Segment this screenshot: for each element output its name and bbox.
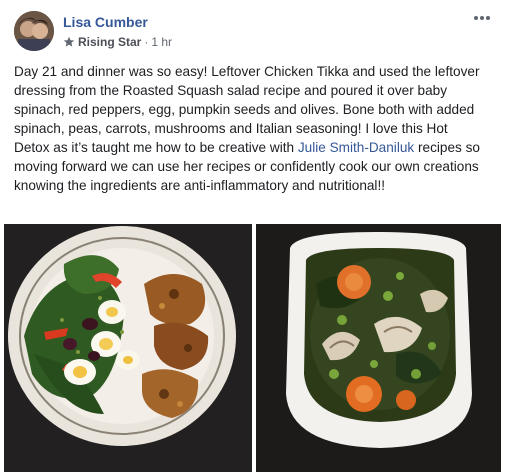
meta-separator: · [144,35,149,49]
post-body: Day 21 and dinner was so easy! Leftover … [14,62,484,195]
post-timestamp[interactable]: 1 hr [151,35,172,49]
feed-post: Lisa Cumber Rising Star · 1 hr Day 21 an… [0,0,505,472]
more-options-icon[interactable] [471,10,493,26]
photo-salad-plate[interactable] [4,224,252,472]
avatar[interactable] [14,11,54,51]
photo-soup-bowl[interactable] [256,224,501,472]
status-badge: Rising Star [78,35,142,49]
post-meta: Rising Star · 1 hr [63,35,172,49]
mention-link[interactable]: Julie Smith-Daniluk [298,140,414,155]
star-badge-icon [63,36,75,47]
author-name[interactable]: Lisa Cumber [63,14,148,30]
